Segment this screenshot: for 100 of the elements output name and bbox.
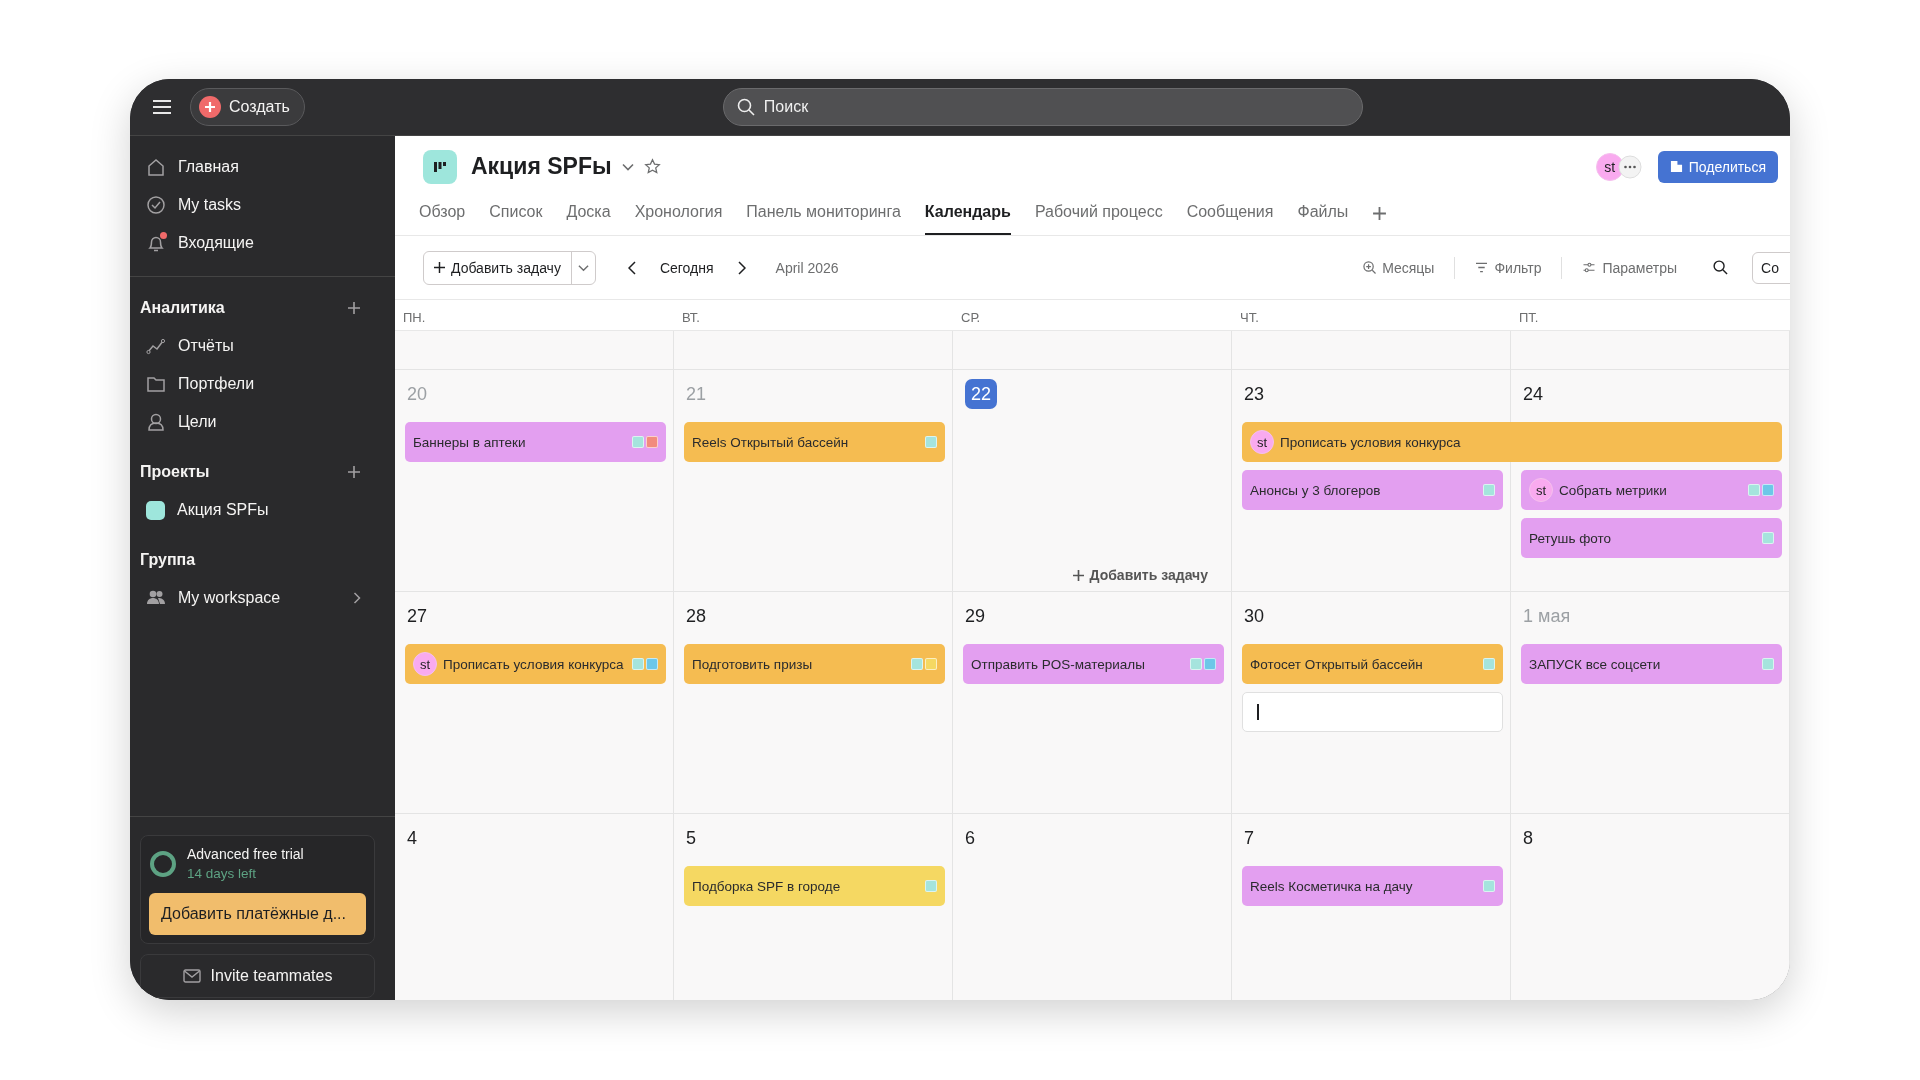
date-number: 6: [965, 828, 975, 848]
add-task-button[interactable]: Добавить задачу: [1066, 566, 1214, 584]
sidebar-item[interactable]: Главная: [140, 148, 385, 186]
tab[interactable]: Календарь: [924, 197, 1011, 235]
search-icon[interactable]: [1713, 260, 1729, 275]
toolbar-button[interactable]: Параметры: [1576, 255, 1684, 280]
plus-icon[interactable]: [347, 301, 361, 315]
weekday-label: ЧТ.: [1240, 310, 1259, 325]
date-number: 22: [965, 379, 998, 409]
task-title: Reels Открытый бассейн: [692, 434, 850, 450]
add-task-button[interactable]: Добавить задачу: [424, 251, 571, 284]
toolbar-button[interactable]: Месяцы: [1357, 255, 1441, 280]
trial-days-left: 14 days left: [187, 866, 258, 881]
date-number: 4: [407, 828, 417, 848]
chevron-left-icon[interactable]: [627, 260, 636, 275]
task-chip[interactable]: Reels Косметичка на дачу: [1242, 866, 1503, 906]
chevron-down-icon[interactable]: [621, 162, 634, 171]
section-title: Аналитика: [140, 299, 225, 317]
date-number: 20: [407, 384, 428, 404]
plus-icon[interactable]: [347, 465, 361, 479]
task-chip[interactable]: Подборка SPF в городе: [684, 866, 945, 906]
date-number: 27: [407, 606, 428, 626]
search-icon: [736, 98, 755, 116]
add-billing-button[interactable]: Добавить платёжные д...: [149, 893, 366, 935]
task-chip[interactable]: Reels Открытый бассейн: [684, 422, 945, 462]
date-number: 21: [686, 384, 707, 404]
weekday-label: ПТ.: [1519, 310, 1539, 325]
envelope-icon: [182, 969, 201, 983]
task-chip[interactable]: ЗАПУСК все соцсети: [1521, 644, 1782, 684]
tab[interactable]: Хронология: [634, 197, 723, 235]
task-title: Собрать метрики: [1559, 482, 1668, 498]
task-chip[interactable]: st Прописать условия конкурса: [1242, 422, 1782, 462]
folder-icon: [146, 374, 166, 394]
plus-icon: [1072, 569, 1084, 581]
project-title: Акция SPFы: [471, 153, 612, 180]
task-title: Фотосет Открытый бассейн: [1250, 656, 1424, 672]
plus-icon: [199, 96, 221, 118]
today-button[interactable]: Сегодня: [653, 255, 720, 280]
plus-icon: [434, 262, 445, 273]
tab[interactable]: Сообщения: [1186, 197, 1274, 235]
assignee-avatar: st: [1250, 430, 1274, 454]
zoom-icon: [1363, 261, 1377, 274]
weekday-label: ВТ.: [682, 310, 700, 325]
task-title: Подборка SPF в городе: [692, 878, 842, 894]
tab[interactable]: Панель мониторинга: [746, 197, 901, 235]
sidebar-item[interactable]: Отчёты: [140, 327, 385, 365]
sidebar-item[interactable]: Портфели: [140, 365, 385, 403]
sidebar-item[interactable]: Цели: [140, 403, 385, 441]
tab[interactable]: Рабочий процесс: [1034, 197, 1163, 235]
tab[interactable]: Список: [489, 197, 543, 235]
task-title: Ретушь фото: [1529, 530, 1613, 546]
toolbar-button[interactable]: Со: [1752, 251, 1790, 284]
invite-teammates-button[interactable]: Invite teammates: [140, 954, 375, 998]
tab[interactable]: Обзор: [419, 197, 466, 235]
date-number: 1 мая: [1523, 606, 1571, 626]
building-icon: [1669, 160, 1683, 173]
sidebar-item[interactable]: My workspace: [140, 579, 385, 617]
tab[interactable]: Файлы: [1297, 197, 1349, 235]
date-number: 29: [965, 606, 986, 626]
sliders-icon: [1582, 262, 1597, 273]
chart-icon: [146, 336, 166, 356]
task-chip[interactable]: Баннеры в аптеки: [405, 422, 666, 462]
caret-icon: [577, 263, 589, 272]
share-button[interactable]: Поделиться: [1657, 150, 1778, 183]
new-task-input[interactable]: [1242, 692, 1503, 732]
sidebar-item[interactable]: Входящие: [140, 224, 385, 262]
menu-icon[interactable]: [152, 99, 172, 115]
star-icon[interactable]: [643, 158, 661, 175]
board-icon: [423, 149, 457, 184]
task-title: ЗАПУСК все соцсети: [1529, 656, 1662, 672]
task-title: Подготовить призы: [692, 656, 814, 672]
sidebar-item[interactable]: My tasks: [140, 186, 385, 224]
weekday-label: ПН.: [403, 310, 426, 325]
assignee-avatar: st: [413, 652, 437, 676]
current-period: April 2026: [775, 259, 839, 276]
task-chip[interactable]: Анонсы у 3 блогеров: [1242, 470, 1503, 510]
date-number: 23: [1244, 384, 1265, 404]
date-number: 28: [686, 606, 707, 626]
date-number: 7: [1244, 828, 1254, 848]
task-chip[interactable]: Отправить POS-материалы: [963, 644, 1224, 684]
task-chip[interactable]: Ретушь фото: [1521, 518, 1782, 558]
task-title: Анонсы у 3 блогеров: [1250, 482, 1382, 498]
sidebar-item[interactable]: Акция SPFы: [140, 491, 385, 529]
task-title: Баннеры в аптеки: [413, 434, 527, 450]
date-number: 30: [1244, 606, 1265, 626]
search-field[interactable]: Поиск: [722, 88, 1363, 126]
tab[interactable]: Доска: [566, 197, 611, 235]
create-button[interactable]: Создать: [190, 88, 305, 126]
task-chip[interactable]: st Прописать условия конкурса: [405, 644, 666, 684]
person-icon: [146, 412, 166, 432]
task-chip[interactable]: st Собрать метрики: [1521, 470, 1782, 510]
task-chip[interactable]: Подготовить призы: [684, 644, 945, 684]
task-title: Прописать условия конкурса: [1280, 434, 1462, 450]
plus-icon[interactable]: [1372, 205, 1388, 221]
task-chip[interactable]: Фотосет Открытый бассейн: [1242, 644, 1503, 684]
toolbar-button[interactable]: Фильтр: [1469, 255, 1548, 280]
weekday-label: СР.: [961, 310, 981, 325]
date-number: 5: [686, 828, 696, 848]
chevron-right-icon[interactable]: [737, 260, 746, 275]
more-icon[interactable]: [1617, 154, 1642, 179]
